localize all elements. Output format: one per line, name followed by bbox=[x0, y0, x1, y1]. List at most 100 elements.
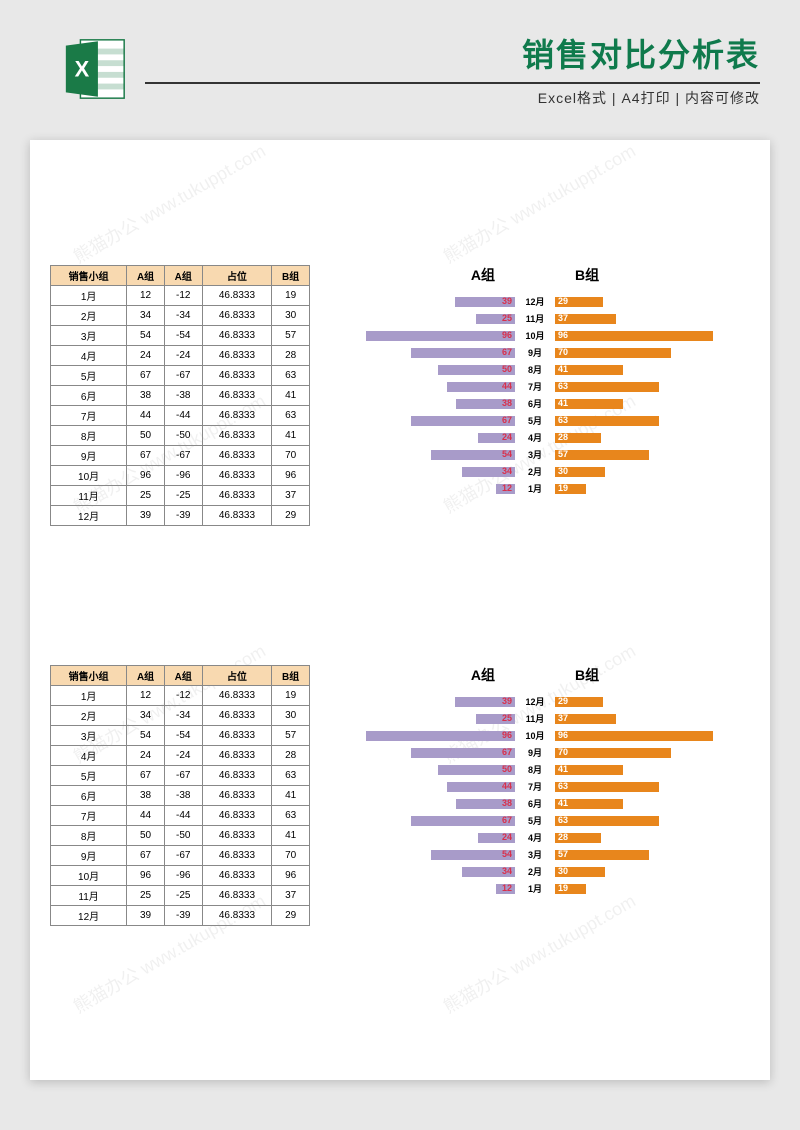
table-cell: 96 bbox=[272, 466, 310, 486]
table-cell: -44 bbox=[164, 406, 202, 426]
bar-b: 63 bbox=[555, 382, 659, 392]
table-cell: 41 bbox=[272, 786, 310, 806]
bar-month-label: 4月 bbox=[515, 431, 555, 444]
bar-a: 34 bbox=[462, 867, 515, 877]
data-table-2: 销售小组A组A组占位B组1月12-1246.8333192月34-3446.83… bbox=[50, 665, 310, 926]
table-cell: 12 bbox=[127, 686, 165, 706]
table-cell: 46.8333 bbox=[202, 486, 272, 506]
bar-a-value: 54 bbox=[502, 449, 512, 459]
table-row: 10月96-9646.833396 bbox=[51, 466, 310, 486]
table-cell: 46.8333 bbox=[202, 806, 272, 826]
table-row: 7月44-4446.833363 bbox=[51, 806, 310, 826]
bar-row: 244月28 bbox=[360, 429, 750, 446]
bar-b-value: 41 bbox=[558, 798, 568, 808]
table-cell: 24 bbox=[127, 746, 165, 766]
bar-a-value: 34 bbox=[502, 466, 512, 476]
sales-table: 销售小组A组A组占位B组1月12-1246.8333192月34-3446.83… bbox=[50, 665, 310, 926]
bar-a-value: 44 bbox=[502, 381, 512, 391]
bar-a-value: 25 bbox=[502, 713, 512, 723]
bar-b: 41 bbox=[555, 765, 623, 775]
bar-row: 121月19 bbox=[360, 880, 750, 897]
table-cell: 96 bbox=[127, 466, 165, 486]
table-cell: 46.8333 bbox=[202, 886, 272, 906]
bar-b: 29 bbox=[555, 297, 603, 307]
table-row: 4月24-2446.833328 bbox=[51, 746, 310, 766]
bar-b: 41 bbox=[555, 799, 623, 809]
table-row: 6月38-3846.833341 bbox=[51, 786, 310, 806]
bar-a: 67 bbox=[411, 816, 515, 826]
table-cell: -50 bbox=[164, 826, 202, 846]
table-cell: 63 bbox=[272, 766, 310, 786]
bar-row: 679月70 bbox=[360, 344, 750, 361]
bar-a: 25 bbox=[476, 314, 515, 324]
table-header: 销售小组 bbox=[51, 666, 127, 686]
diverging-bar-chart-2: A组 B组 3912月292511月379610月96679月70508月414… bbox=[310, 665, 750, 926]
bar-a: 38 bbox=[456, 799, 515, 809]
bar-a: 44 bbox=[447, 782, 515, 792]
bar-b: 96 bbox=[555, 731, 713, 741]
table-cell: 46.8333 bbox=[202, 706, 272, 726]
bar-month-label: 1月 bbox=[515, 482, 555, 495]
bar-a-value: 67 bbox=[502, 747, 512, 757]
bar-a-value: 67 bbox=[502, 347, 512, 357]
bar-a: 50 bbox=[438, 365, 516, 375]
bar-a-value: 38 bbox=[502, 798, 512, 808]
table-cell: 57 bbox=[272, 326, 310, 346]
table-cell: 67 bbox=[127, 846, 165, 866]
bar-month-label: 10月 bbox=[515, 729, 555, 742]
table-cell: -34 bbox=[164, 706, 202, 726]
table-row: 3月54-5446.833357 bbox=[51, 726, 310, 746]
table-cell: 57 bbox=[272, 726, 310, 746]
bar-a: 25 bbox=[476, 714, 515, 724]
table-cell: 3月 bbox=[51, 326, 127, 346]
table-row: 12月39-3946.833329 bbox=[51, 906, 310, 926]
bar-row: 2511月37 bbox=[360, 310, 750, 327]
table-row: 1月12-1246.833319 bbox=[51, 686, 310, 706]
table-cell: 3月 bbox=[51, 726, 127, 746]
table-cell: 30 bbox=[272, 306, 310, 326]
table-cell: 5月 bbox=[51, 766, 127, 786]
bar-month-label: 4月 bbox=[515, 831, 555, 844]
bar-b-value: 19 bbox=[558, 483, 568, 493]
bar-b: 29 bbox=[555, 697, 603, 707]
table-header: A组 bbox=[164, 666, 202, 686]
bar-a: 96 bbox=[366, 331, 515, 341]
bar-b: 70 bbox=[555, 348, 671, 358]
bar-month-label: 12月 bbox=[515, 295, 555, 308]
table-cell: -25 bbox=[164, 486, 202, 506]
table-row: 12月39-3946.833329 bbox=[51, 506, 310, 526]
bar-row: 675月63 bbox=[360, 812, 750, 829]
bar-b-value: 70 bbox=[558, 347, 568, 357]
table-cell: -34 bbox=[164, 306, 202, 326]
table-cell: 70 bbox=[272, 846, 310, 866]
table-cell: 46.8333 bbox=[202, 346, 272, 366]
table-cell: -39 bbox=[164, 506, 202, 526]
bar-month-label: 3月 bbox=[515, 448, 555, 461]
bar-a-value: 96 bbox=[502, 330, 512, 340]
bar-row: 508月41 bbox=[360, 761, 750, 778]
table-row: 5月67-6746.833363 bbox=[51, 366, 310, 386]
table-cell: 10月 bbox=[51, 466, 127, 486]
table-row: 2月34-3446.833330 bbox=[51, 306, 310, 326]
table-cell: 46.8333 bbox=[202, 506, 272, 526]
table-cell: -67 bbox=[164, 846, 202, 866]
bar-b: 41 bbox=[555, 399, 623, 409]
section-2: 销售小组A组A组占位B组1月12-1246.8333192月34-3446.83… bbox=[30, 650, 770, 941]
table-cell: 67 bbox=[127, 446, 165, 466]
table-row: 1月12-1246.833319 bbox=[51, 286, 310, 306]
bar-b-value: 63 bbox=[558, 781, 568, 791]
table-cell: 44 bbox=[127, 406, 165, 426]
bar-b-value: 41 bbox=[558, 364, 568, 374]
table-cell: 63 bbox=[272, 366, 310, 386]
bar-row: 386月41 bbox=[360, 395, 750, 412]
bar-b-value: 63 bbox=[558, 415, 568, 425]
bar-row: 9610月96 bbox=[360, 727, 750, 744]
table-cell: 46.8333 bbox=[202, 906, 272, 926]
table-header: B组 bbox=[272, 266, 310, 286]
table-cell: 50 bbox=[127, 826, 165, 846]
table-cell: 39 bbox=[127, 506, 165, 526]
bar-a-value: 96 bbox=[502, 730, 512, 740]
bar-b: 70 bbox=[555, 748, 671, 758]
bar-b-value: 30 bbox=[558, 866, 568, 876]
table-cell: 34 bbox=[127, 706, 165, 726]
